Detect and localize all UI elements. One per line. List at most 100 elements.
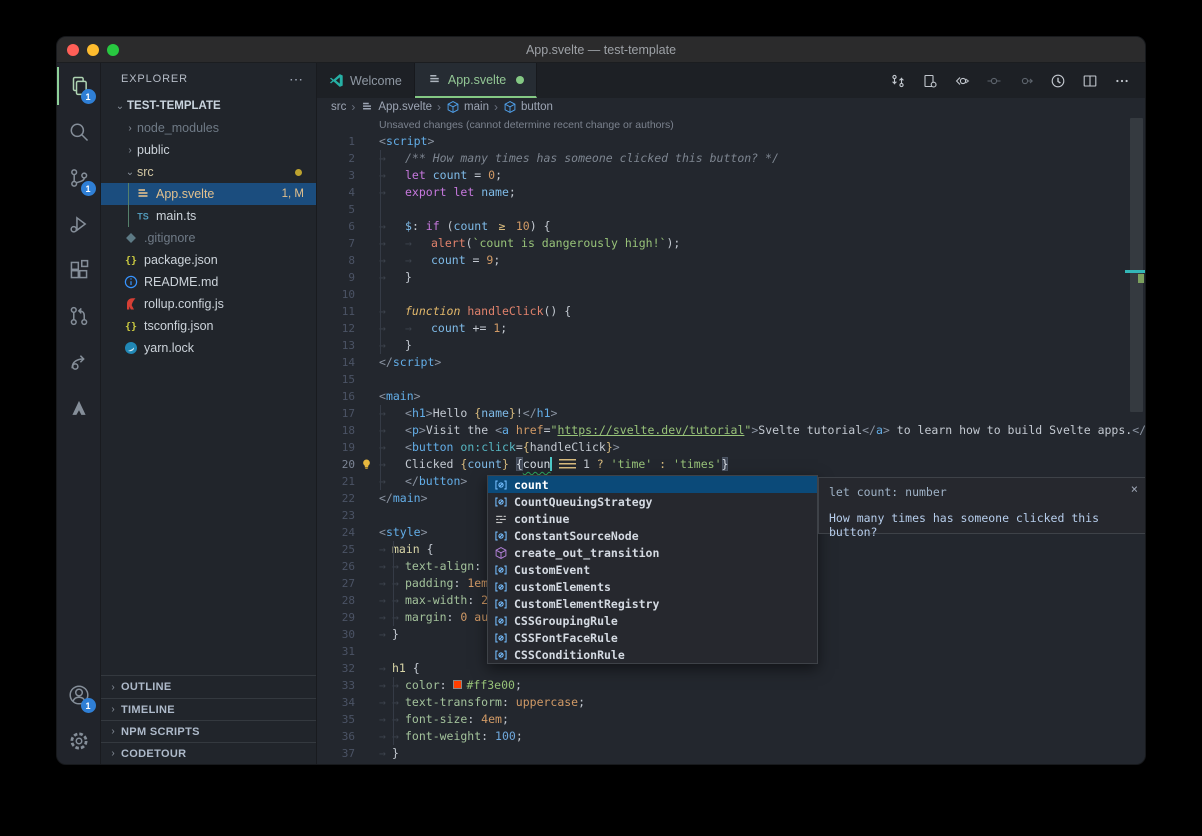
section-codetour[interactable]: ›CODETOUR xyxy=(101,742,316,764)
tab-welcome[interactable]: Welcome xyxy=(317,63,415,98)
editor-scrollbar[interactable] xyxy=(1130,118,1143,412)
suggest-item-CustomEvent[interactable]: CustomEvent xyxy=(488,561,817,578)
explorer-title: EXPLORER xyxy=(121,73,289,85)
open-changes-icon[interactable] xyxy=(918,69,941,92)
activitybar-run-debug[interactable] xyxy=(57,201,101,247)
suggest-label: customElements xyxy=(514,580,611,594)
suggest-item-create_out_transition[interactable]: create_out_transition xyxy=(488,544,817,561)
code-line-36[interactable]: 36→→font-weight: 100; xyxy=(317,728,1145,745)
tree-item-test-template[interactable]: ⌄TEST-TEMPLATE xyxy=(101,95,316,117)
live-share-icon xyxy=(68,351,90,373)
chevron-down-icon: ⌄ xyxy=(113,101,127,112)
code-line-6[interactable]: 6→$: if (count ≥ 10) { xyxy=(317,218,1145,235)
code-line-37[interactable]: 37→} xyxy=(317,745,1145,762)
line-number: 26 xyxy=(317,558,379,575)
close-button[interactable] xyxy=(67,44,79,56)
back-circle-icon[interactable] xyxy=(950,69,973,92)
tree-item-tsconfig-json[interactable]: {}tsconfig.json xyxy=(101,315,316,337)
tree-item-main-ts[interactable]: TSmain.ts xyxy=(101,205,316,227)
code-line-11[interactable]: 11→function handleClick() { xyxy=(317,303,1145,320)
suggest-item-customElements[interactable]: customElements xyxy=(488,578,817,595)
split-editor-icon[interactable] xyxy=(1078,69,1101,92)
suggest-item-CSSFontFaceRule[interactable]: CSSFontFaceRule xyxy=(488,629,817,646)
line-number: 31 xyxy=(317,643,379,660)
activitybar-explorer[interactable]: 1 xyxy=(57,63,101,109)
tree-item-label: rollup.config.js xyxy=(144,297,224,311)
code-line-7[interactable]: 7→→alert(`count is dangerously high!`); xyxy=(317,235,1145,252)
activitybar-live-share[interactable] xyxy=(57,339,101,385)
suggest-item-ConstantSourceNode[interactable]: ConstantSourceNode xyxy=(488,527,817,544)
code-line-1[interactable]: 1<script> xyxy=(317,133,1145,150)
code-line-33[interactable]: 33→→color: #ff3e00; xyxy=(317,677,1145,694)
breadcrumb-item-app-svelte[interactable]: App.svelte xyxy=(360,100,432,114)
tree-item-package-json[interactable]: {}package.json xyxy=(101,249,316,271)
suggest-item-CustomElementRegistry[interactable]: CustomElementRegistry xyxy=(488,595,817,612)
tree-item-app-svelte[interactable]: App.svelte1, M xyxy=(101,183,316,205)
suggest-item-count[interactable]: count xyxy=(488,476,817,493)
code-line-9[interactable]: 9→} xyxy=(317,269,1145,286)
minimize-button[interactable] xyxy=(87,44,99,56)
history-icon[interactable] xyxy=(1046,69,1069,92)
code-line-3[interactable]: 3→let count = 0; xyxy=(317,167,1145,184)
activitybar-accounts[interactable]: 1 xyxy=(57,672,101,718)
section-timeline[interactable]: ›TIMELINE xyxy=(101,698,316,720)
gitlens-compare-icon[interactable] xyxy=(886,69,909,92)
tree-item-node-modules[interactable]: ›node_modules xyxy=(101,117,316,139)
code-line-14[interactable]: 14</script> xyxy=(317,354,1145,371)
views-more-actions-icon[interactable]: ⋯ xyxy=(289,71,304,88)
code-line-16[interactable]: 16<main> xyxy=(317,388,1145,405)
close-icon[interactable]: × xyxy=(1131,483,1138,495)
activitybar-settings[interactable] xyxy=(57,718,101,764)
code-line-2[interactable]: 2→/** How many times has someone clicked… xyxy=(317,150,1145,167)
tree-item-src[interactable]: ⌄src xyxy=(101,161,316,183)
codelens-annotation[interactable]: Unsaved changes (cannot determine recent… xyxy=(317,118,1145,133)
suggest-widget[interactable]: countCountQueuingStrategycontinueConstan… xyxy=(487,475,818,664)
zoom-button[interactable] xyxy=(107,44,119,56)
code-line-4[interactable]: 4→export let name; xyxy=(317,184,1145,201)
tree-item-label: TEST-TEMPLATE xyxy=(127,100,221,112)
code-line-12[interactable]: 12→→count += 1; xyxy=(317,320,1145,337)
breadcrumb-item-src[interactable]: src xyxy=(331,101,346,113)
titlebar[interactable]: App.svelte — test-template xyxy=(57,37,1145,63)
whitespace-tab-arrow: → xyxy=(379,660,392,677)
lightbulb-icon[interactable] xyxy=(359,457,374,472)
suggest-item-CSSConditionRule[interactable]: CSSConditionRule xyxy=(488,646,817,663)
code-line-10[interactable]: 10 xyxy=(317,286,1145,303)
code-line-5[interactable]: 5 xyxy=(317,201,1145,218)
code-line-17[interactable]: 17→<h1>Hello {name}!</h1> xyxy=(317,405,1145,422)
line-number: 29 xyxy=(317,609,379,626)
ellipsis-icon[interactable] xyxy=(1110,69,1133,92)
activitybar-search[interactable] xyxy=(57,109,101,155)
chevron-down-icon: ⌄ xyxy=(123,167,137,178)
tree-item-public[interactable]: ›public xyxy=(101,139,316,161)
code-line-35[interactable]: 35→→font-size: 4em; xyxy=(317,711,1145,728)
breadcrumb-item-main[interactable]: main xyxy=(446,100,489,114)
circle-dash-icon[interactable] xyxy=(982,69,1005,92)
tree-item-yarn-lock[interactable]: yarn.lock xyxy=(101,337,316,359)
activitybar-source-control[interactable]: 1 xyxy=(57,155,101,201)
tree-item-rollup-config-js[interactable]: rollup.config.js xyxy=(101,293,316,315)
tree-item--gitignore[interactable]: .gitignore xyxy=(101,227,316,249)
breadcrumb[interactable]: src›App.svelte›main›button xyxy=(317,98,1145,116)
circle-arrow-icon[interactable] xyxy=(1014,69,1037,92)
code-line-13[interactable]: 13→} xyxy=(317,337,1145,354)
code-line-15[interactable]: 15 xyxy=(317,371,1145,388)
breadcrumb-item-button[interactable]: button xyxy=(503,100,553,114)
suggest-item-CountQueuingStrategy[interactable]: CountQueuingStrategy xyxy=(488,493,817,510)
tab-app-svelte[interactable]: App.svelte xyxy=(415,63,537,98)
code-line-34[interactable]: 34→→text-transform: uppercase; xyxy=(317,694,1145,711)
code-line-19[interactable]: 19→<button on:click={handleClick}> xyxy=(317,439,1145,456)
section-npm-scripts[interactable]: ›NPM SCRIPTS xyxy=(101,720,316,742)
code-line-18[interactable]: 18→<p>Visit the <a href="https://svelte.… xyxy=(317,422,1145,439)
code-line-20[interactable]: 20→Clicked {count} {coun 1 ? 'time' : 't… xyxy=(317,456,1145,473)
activitybar-azure[interactable] xyxy=(57,385,101,431)
tree-item-readme-md[interactable]: README.md xyxy=(101,271,316,293)
suggest-item-continue[interactable]: continue xyxy=(488,510,817,527)
suggest-item-CSSGroupingRule[interactable]: CSSGroupingRule xyxy=(488,612,817,629)
code-line-8[interactable]: 8→→count = 9; xyxy=(317,252,1145,269)
activitybar-github-pr[interactable] xyxy=(57,293,101,339)
activitybar-extensions[interactable] xyxy=(57,247,101,293)
section-outline[interactable]: ›OUTLINE xyxy=(101,676,316,698)
color-swatch[interactable] xyxy=(453,680,462,689)
code-editor[interactable]: Unsaved changes (cannot determine recent… xyxy=(317,116,1145,764)
